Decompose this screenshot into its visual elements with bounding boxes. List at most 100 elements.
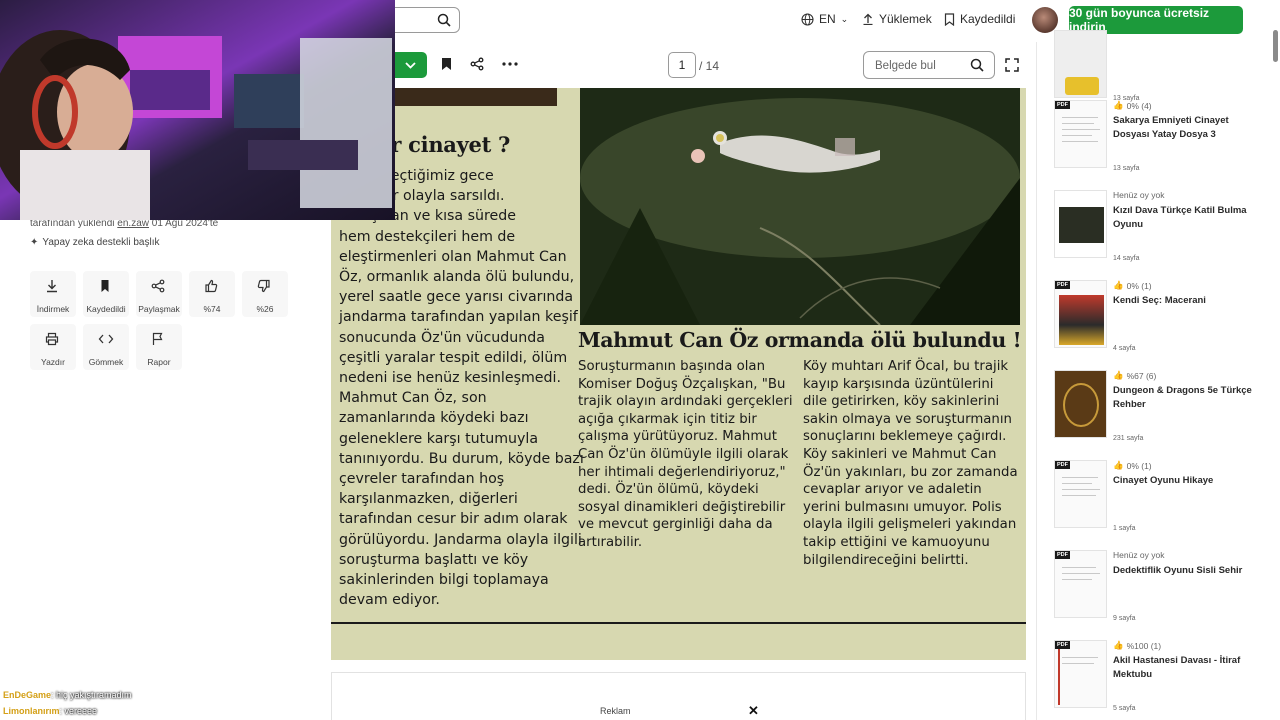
document-thumbnail: PDF	[1054, 100, 1107, 168]
related-document[interactable]: Henüz oy yok Kızıl Dava Türkçe Katil Bul…	[1054, 184, 1274, 264]
text-line: Öz'ün yakınları, bu zor zamanda	[803, 464, 1018, 480]
rating-text: 0% (4)	[1126, 100, 1152, 111]
related-document[interactable]: PDF 👍 %100 (1) Akil Hastanesi Davası - İt…	[1054, 634, 1274, 714]
crime-scene-photo	[580, 88, 1020, 325]
pdf-badge: PDF	[1055, 461, 1070, 469]
document-toolbar: 1 / 14 Belgede bul	[330, 42, 1035, 88]
page-count: 1 sayfa	[1113, 525, 1136, 532]
text-line: cevaplar arıyor ve adaletin	[803, 482, 982, 498]
print-button[interactable]: Yazdır	[30, 324, 76, 370]
share-icon	[151, 279, 165, 293]
text-line: yerini bulmasını umuyor. Polis	[803, 499, 1002, 515]
rating: 👍 0% (1)	[1113, 460, 1152, 471]
download-button[interactable]: İndirmek	[30, 271, 76, 317]
share-button[interactable]: Paylaşmak	[136, 271, 182, 317]
chat-username: EnDeGame	[3, 690, 52, 700]
text-line: sakinlerinden bilgi toplamaya	[339, 572, 549, 589]
article-column-1: Soruşturmanın başında olan Komiser Doğuş…	[578, 358, 800, 552]
language-selector[interactable]: EN ⌄	[801, 12, 848, 26]
thumbnail-art	[1059, 295, 1104, 345]
thumbs-down-icon	[257, 279, 270, 293]
pdf-badge: PDF	[1055, 551, 1070, 559]
text-line: görülüyordu. Jandarma olayla ilgili	[339, 531, 582, 548]
downvote-button[interactable]: %26	[242, 271, 288, 317]
text-line: karşılanmazken, diğerleri	[339, 491, 518, 508]
thumb-line	[1062, 567, 1096, 568]
page-number-input[interactable]: 1	[668, 52, 696, 78]
language-label: EN	[819, 12, 836, 26]
document-title[interactable]: Akil Hastanesi Davası - İtiraf Mektubu	[1113, 654, 1263, 681]
text-line: artırabilir.	[578, 534, 643, 550]
ad-close-button[interactable]: ✕	[748, 703, 759, 719]
document-title[interactable]: Dedektiflik Oyunu Sisli Sehir	[1113, 564, 1263, 578]
chat-username: Limonlanırım	[3, 706, 60, 716]
rating-text: 0% (1)	[1126, 460, 1152, 471]
document-title[interactable]: Kızıl Dava Türkçe Katil Bulma Oyunu	[1113, 204, 1263, 231]
related-document[interactable]: 13 sayfa	[1054, 24, 1274, 104]
report-label: Rapor	[147, 357, 171, 367]
text-line: Komiser Doğuş Özçalışkan, "Bu	[578, 376, 786, 392]
document-title[interactable]: Cinayet Oyunu Hikaye	[1113, 474, 1263, 488]
related-document[interactable]: PDF 👍 0% (4) Sakarya Emniyeti Cinayet Dos…	[1054, 94, 1274, 174]
app-root: tarafından yüklendi en.zaw 01 Ağu 2024't…	[0, 0, 1280, 720]
search-icon	[970, 58, 984, 72]
chevron-down-icon: ⌄	[840, 13, 849, 24]
find-in-document-input[interactable]: Belgede bul	[863, 51, 995, 79]
document-thumbnail: PDF	[1054, 280, 1107, 348]
share-label: Paylaşmak	[138, 304, 180, 314]
related-document[interactable]: PDF 👍 0% (1) Cinayet Oyunu Hikaye 1 sayfa	[1054, 454, 1274, 534]
thumb-line	[1062, 657, 1098, 658]
page-scrollbar[interactable]	[1273, 30, 1278, 62]
thumb-line	[1062, 135, 1092, 136]
document-thumbnail: PDF	[1054, 640, 1107, 708]
text-line: sosyal dinamikleri değiştirebilir	[578, 499, 786, 515]
text-line: zamanlarında köydeki bazı	[339, 410, 529, 427]
rating-text: Henüz oy yok	[1113, 550, 1165, 560]
document-title[interactable]: Kendi Seç: Macerani	[1113, 294, 1263, 308]
thumbs-up-icon: 👍	[1113, 280, 1124, 290]
thumb-line	[1062, 495, 1096, 496]
embed-button[interactable]: Gömmek	[83, 324, 129, 370]
text-line: nedeni ise henüz kesinleşmedi.	[339, 370, 561, 387]
main-headline: Mahmut Can Öz ormanda ölü bulundu !	[578, 328, 1022, 352]
print-label: Yazdır	[41, 357, 65, 367]
download-icon	[47, 280, 57, 293]
thumb-line	[1062, 483, 1092, 484]
bookmark-icon[interactable]	[441, 57, 452, 71]
page-count: 231 sayfa	[1113, 435, 1144, 442]
text-line: trajik olayın ardındaki gerçekleri	[578, 394, 793, 410]
document-title[interactable]: Sakarya Emniyeti Cinayet Dosyası Yatay D…	[1113, 114, 1263, 141]
page-count: 5 sayfa	[1113, 705, 1136, 712]
ad-label: Reklam	[600, 706, 631, 716]
report-button[interactable]: Rapor	[136, 324, 182, 370]
text-line: soruşturma başlattı ve köy	[339, 551, 529, 568]
saved-link[interactable]: Kaydedildi	[944, 12, 1015, 26]
rating: Henüz oy yok	[1113, 550, 1165, 560]
chat-text: : vereeee	[59, 706, 98, 716]
saved-button[interactable]: Kaydedildi	[83, 271, 129, 317]
document-title[interactable]: Dungeon & Dragons 5e Türkçe Rehber	[1113, 384, 1263, 411]
fullscreen-icon[interactable]	[1005, 58, 1019, 72]
find-placeholder: Belgede bul	[875, 60, 936, 72]
related-document[interactable]: PDF 👍 0% (1) Kendi Seç: Macerani 4 sayfa	[1054, 274, 1274, 354]
share-icon[interactable]	[470, 57, 484, 71]
thumbnail-art	[1058, 649, 1060, 705]
related-document[interactable]: PDF Henüz oy yok Dedektiflik Oyunu Sisli…	[1054, 544, 1274, 624]
upvote-percent: %74	[203, 304, 221, 314]
thumb-line	[1062, 117, 1098, 118]
more-options-icon[interactable]	[502, 62, 518, 66]
page-count: 9 sayfa	[1113, 615, 1136, 622]
saved-link-label: Kaydedildi	[960, 12, 1016, 26]
upload-link[interactable]: Yüklemek	[862, 12, 932, 26]
rating: 👍 %100 (1)	[1113, 640, 1161, 651]
text-line: çeşitli yaralar tespit edildi, ölüm	[339, 349, 568, 366]
upvote-button[interactable]: %74	[189, 271, 235, 317]
download-dropdown-button[interactable]	[395, 52, 427, 78]
text-line: hem destekçileri hem de	[339, 228, 516, 245]
text-line: dile getirirken, köy sakinlerini	[803, 394, 1000, 410]
related-document[interactable]: 👍 %67 (6) Dungeon & Dragons 5e Türkçe Reh…	[1054, 364, 1274, 444]
text-line: açığa çıkarmak için titiz bir	[578, 411, 757, 427]
sparkle-icon: ✦	[30, 237, 39, 248]
text-line: olayla ilgili gelişmeleri yakından	[803, 517, 1017, 533]
document-thumbnail: PDF	[1054, 550, 1107, 618]
